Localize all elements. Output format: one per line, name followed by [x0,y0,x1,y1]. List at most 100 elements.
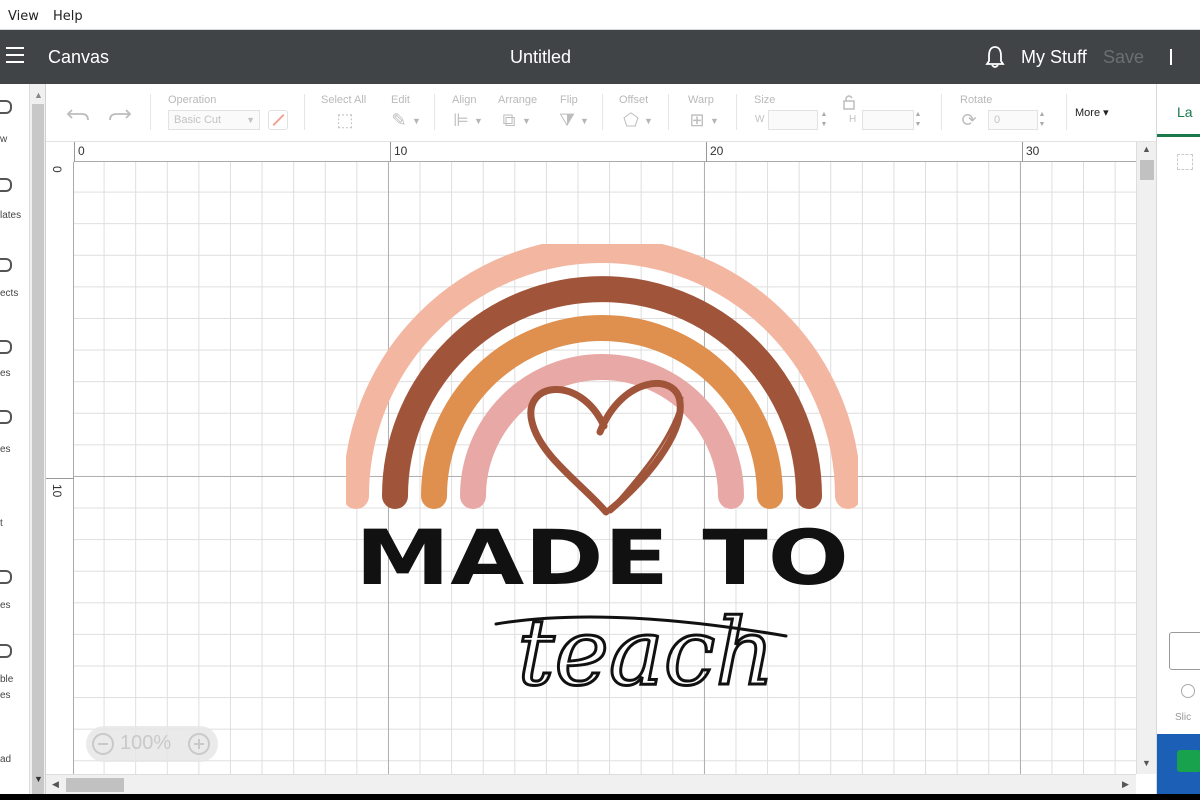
slice-icon[interactable] [1181,684,1195,698]
undo-icon[interactable] [66,104,90,124]
toolbar-divider [668,94,669,130]
vertical-scroll-thumb[interactable] [1140,160,1154,180]
toolbar-divider [736,94,737,130]
offset-label: Offset [619,94,649,106]
lock-icon[interactable] [842,94,856,110]
more-button[interactable]: More ▾ [1075,106,1109,119]
horizontal-ruler: 0 10 20 30 [74,142,1136,162]
ruler-x-label: 0 [78,144,85,158]
toolbar-divider [304,94,305,130]
operation-select[interactable]: Basic Cut ▼ [168,110,260,130]
edit-pencil-icon[interactable]: ✎ [388,110,410,130]
design-script-text: teach [517,599,774,704]
new-icon [0,100,12,114]
rotate-stepper-icon[interactable]: ▲ ▼ [1036,110,1048,130]
menu-help[interactable]: Help [53,9,83,24]
ruler-tick [74,142,75,162]
ruler-y-label: 10 [50,484,64,498]
shapes-icon [0,410,12,424]
width-label: W [755,114,765,125]
width-input[interactable] [768,110,818,130]
scroll-left-arrow-icon[interactable]: ◀ [52,779,59,790]
edit-label: Edit [391,94,410,106]
design-canvas[interactable]: 0 10 20 30 0 10 MADE TO teach 100% ▲ ▼ ◀… [46,142,1156,794]
zoom-out-icon[interactable] [92,733,114,755]
toolbar-divider [150,94,151,130]
align-label: Align [452,94,477,106]
scroll-down-arrow-icon[interactable]: ▼ [1142,758,1151,768]
offset-chevron-icon[interactable]: ▼ [644,116,653,126]
chevron-down-icon: ▼ [246,115,255,125]
no-color-slash [272,113,285,127]
ruler-x-label: 20 [710,144,724,158]
window-frame: View Help Canvas Untitled My Stuff Save … [0,0,1200,800]
document-title[interactable]: Untitled [510,47,571,68]
align-chevron-icon[interactable]: ▼ [474,116,483,126]
width-stepper-icon[interactable]: ▲ ▼ [818,110,830,130]
height-input[interactable] [862,110,914,130]
ruler-x-label: 30 [1026,144,1040,158]
edit-chevron-icon[interactable]: ▼ [412,116,421,126]
active-tab-indicator [1157,134,1200,137]
zoom-control: 100% [86,726,218,762]
align-icon[interactable]: ⊫ [450,110,472,130]
hamburger-menu-icon[interactable] [6,47,24,65]
heart-icon [527,380,684,516]
toolbar-divider [941,94,942,130]
rotate-icon[interactable]: ⟳ [958,110,980,130]
zoom-level: 100% [120,732,172,754]
arrange-icon[interactable]: ⧉ [498,110,520,130]
horizontal-scroll-thumb[interactable] [66,778,124,792]
make-it-bar [1157,734,1200,794]
select-all-icon[interactable]: ⬚ [334,110,356,130]
flip-icon[interactable]: ⧩ [556,110,578,130]
height-stepper-icon[interactable]: ▲ ▼ [912,110,924,130]
arrange-chevron-icon[interactable]: ▼ [522,116,531,126]
editable-images-icon [0,644,12,658]
flip-label: Flip [560,94,578,106]
save-button[interactable]: Save [1103,47,1144,68]
flip-chevron-icon[interactable]: ▼ [580,116,589,126]
edit-toolbar: Operation Basic Cut ▼ Select All ⬚ Edit … [46,84,1156,142]
header-divider [1170,49,1172,65]
offset-icon[interactable]: ⬠ [620,110,642,130]
toolbar-divider [602,94,603,130]
scroll-up-arrow-icon[interactable]: ▲ [1142,144,1151,154]
color-swatch[interactable] [268,110,288,130]
scroll-right-arrow-icon[interactable]: ▶ [1122,779,1129,790]
rotate-input[interactable]: 0 [988,110,1038,130]
canvas-horizontal-scrollbar[interactable]: ◀ ▶ [46,774,1136,794]
toolbar-divider [1066,94,1067,130]
select-all-label: Select All [321,94,367,106]
scroll-up-arrow-icon[interactable]: ▲ [34,90,43,100]
scroll-down-arrow-icon[interactable]: ▼ [34,774,43,784]
layers-panel: La Slic [1156,84,1200,794]
more-label: More [1075,107,1101,119]
notifications-bell-icon[interactable] [984,45,1006,69]
zoom-in-icon[interactable] [188,733,210,755]
menubar: View Help [0,0,1200,30]
warp-label: Warp [688,94,714,106]
toolbar-divider [434,94,435,130]
sidebar-scroll-thumb[interactable] [32,104,44,794]
phrases-icon [0,570,12,584]
projects-icon [0,258,12,272]
make-it-button[interactable] [1177,750,1200,772]
sidebar-scrollbar[interactable]: ▲ ▼ [30,84,46,794]
layer-color-box[interactable] [1169,632,1200,670]
made-to-teach-design[interactable]: MADE TO teach [346,244,858,704]
canvas-vertical-scrollbar[interactable]: ▲ ▼ [1136,142,1156,774]
menu-view[interactable]: View [8,9,39,24]
tab-layers[interactable]: La [1177,104,1193,120]
ruler-tick [706,142,707,162]
warp-icon[interactable]: ⊞ [686,110,708,130]
operation-label: Operation [168,94,217,106]
group-icon[interactable] [1177,154,1193,170]
redo-icon[interactable] [108,104,132,124]
warp-chevron-icon[interactable]: ▼ [710,116,719,126]
ruler-tick [46,478,74,479]
design-title-text: MADE TO [355,513,849,602]
left-tool-sidebar: w lates ects es es t es ble es ad [0,84,30,794]
app-header: Canvas Untitled My Stuff Save [0,30,1200,84]
my-stuff-link[interactable]: My Stuff [1021,47,1087,68]
